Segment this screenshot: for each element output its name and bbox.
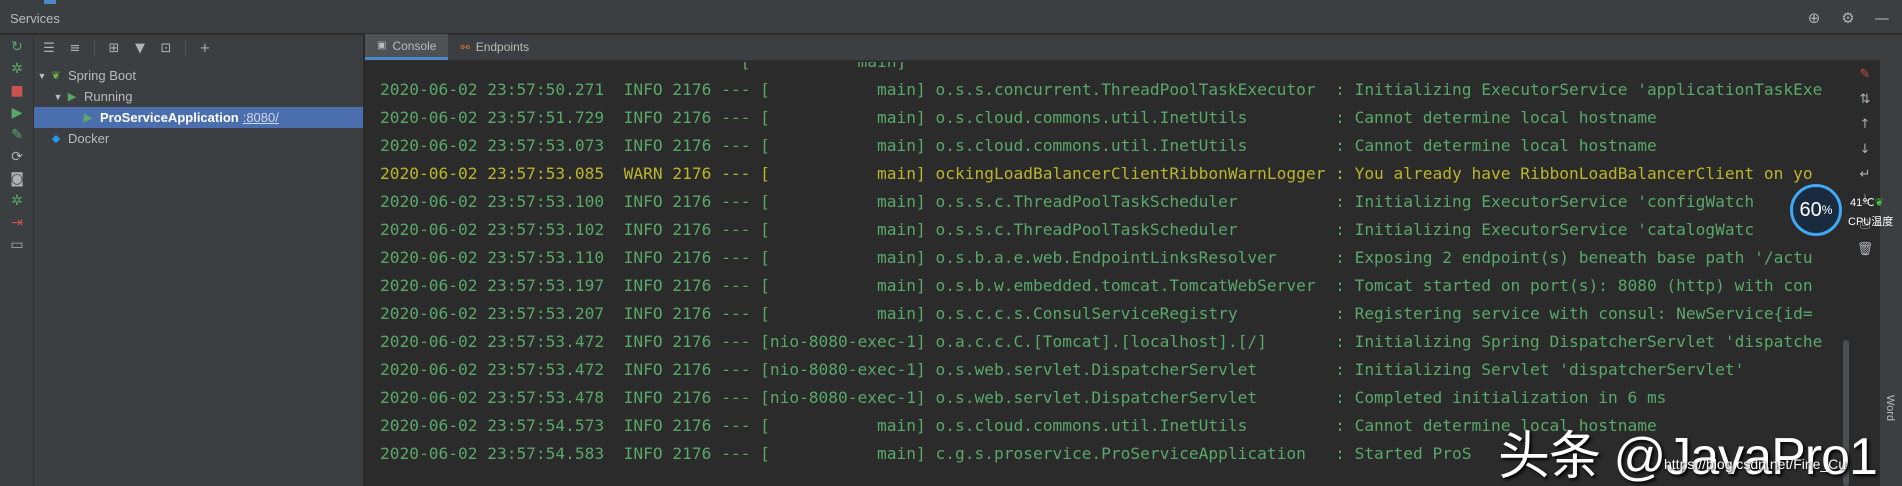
console-icon: ▣ <box>377 40 387 51</box>
rerun-icon[interactable]: ↻ <box>7 37 27 57</box>
arrow-up-icon[interactable]: ↑ <box>1855 114 1875 134</box>
tree-node-label: Running <box>84 89 133 104</box>
expand-arrow-icon[interactable]: ▼ <box>36 71 48 81</box>
attach-debugger-icon[interactable]: ✲ <box>7 191 27 211</box>
exit-icon[interactable]: ⇥ <box>7 213 27 233</box>
docker-whale-icon: ◆ <box>51 133 61 145</box>
toolbar-separator <box>185 40 186 56</box>
toolbar-separator <box>94 40 95 56</box>
log-line: 2020-06-02 23:57:53.110 INFO 2176 --- [ … <box>380 248 1813 267</box>
log-line: 2020-06-02 23:57:53.102 INFO 2176 --- [ … <box>380 220 1755 239</box>
cpu-temperature: 41℃❦ <box>1850 196 1884 209</box>
log-line: 2020-06-02 23:57:53.207 INFO 2176 --- [ … <box>380 304 1813 323</box>
log-line-partial: [ main] <box>380 62 907 76</box>
log-line: 2020-06-02 23:57:53.073 INFO 2176 --- [ … <box>380 136 1657 155</box>
cpu-percent: 60 <box>1799 198 1822 221</box>
side-tool-label[interactable]: Word <box>1884 395 1896 421</box>
tree-node-running[interactable]: ▼ ▶ Running <box>34 86 363 107</box>
expand-arrow-icon[interactable]: ▼ <box>52 92 64 102</box>
tree-node-spring-boot[interactable]: ▼ ❦ Spring Boot <box>34 65 363 86</box>
sort-icon[interactable]: ⇅ <box>1855 89 1875 109</box>
target-icon[interactable]: ⊕ <box>1804 8 1824 28</box>
port-link[interactable]: :8080/ <box>243 110 279 125</box>
layout-icon[interactable]: ▭ <box>7 235 27 255</box>
new-tab-icon[interactable]: ⊡ <box>155 37 177 59</box>
log-line: 2020-06-02 23:57:53.100 INFO 2176 --- [ … <box>380 192 1755 211</box>
debug-config-icon[interactable]: ✎ <box>7 125 27 145</box>
tab-label: Console <box>392 38 437 53</box>
log-line: 2020-06-02 23:57:54.573 INFO 2176 --- [ … <box>380 416 1657 435</box>
add-service-icon[interactable]: + <box>194 37 216 59</box>
run-triangle-icon: ▶ <box>67 91 77 103</box>
services-tree: ▼ ❦ Spring Boot ▼ ▶ Running ▶ ProService… <box>34 65 363 149</box>
log-line: 2020-06-02 23:57:54.583 INFO 2176 --- [ … <box>380 444 1472 463</box>
leaf-icon: ❦ <box>1874 197 1884 209</box>
expand-all-icon[interactable]: ☰ <box>38 37 60 59</box>
clear-pen-icon[interactable]: ✎ <box>1855 64 1875 84</box>
debug-icon[interactable]: ✲ <box>7 59 27 79</box>
tab-label: Endpoints <box>475 40 530 54</box>
services-titlebar: Services ⊕ ⚙ — <box>0 4 1902 34</box>
left-toolbar: ↻ ✲ ■ ▶ ✎ ⟳ ◙ ✲ ⇥ ▭ <box>0 35 34 486</box>
run-config-icon[interactable]: ▶ <box>7 103 27 123</box>
log-line: 2020-06-02 23:57:50.271 INFO 2176 --- [ … <box>380 80 1823 99</box>
collapse-all-icon[interactable]: ≡ <box>64 37 86 59</box>
window-title: Services <box>10 11 60 26</box>
log-line-warn: 2020-06-02 23:57:53.085 WARN 2176 --- [ … <box>380 164 1813 183</box>
tree-node-pro-service-application[interactable]: ▶ ProServiceApplication :8080/ <box>34 107 363 128</box>
cpu-temp-label: CPU温度 <box>1848 216 1894 228</box>
tab-bar: ▣ Console ⚯ Endpoints <box>365 34 1902 61</box>
tree-toolbar: ☰ ≡ ⊞ ▼ ⊡ + <box>34 37 363 59</box>
tree-node-label: ProServiceApplication <box>100 110 239 125</box>
watermark: 头条 @JavaPro1 <box>1498 428 1878 486</box>
camera-icon[interactable]: ◙ <box>7 169 27 189</box>
endpoints-icon: ⚯ <box>460 41 470 54</box>
run-triangle-icon: ▶ <box>83 112 93 124</box>
tree-node-label: Spring Boot <box>68 68 136 83</box>
log-line: 2020-06-02 23:57:53.478 INFO 2176 --- [n… <box>380 388 1667 407</box>
filter-icon[interactable]: ▼ <box>129 37 151 59</box>
refresh-icon[interactable]: ⟳ <box>7 147 27 167</box>
soft-wrap-icon[interactable]: ↵ <box>1855 164 1875 184</box>
group-by-icon[interactable]: ⊞ <box>103 37 125 59</box>
log-line: 2020-06-02 23:57:51.729 INFO 2176 --- [ … <box>380 108 1657 127</box>
tree-node-label: Docker <box>68 131 110 146</box>
watermark-url: https://blog.csdn.net/Fine_Cu <box>1664 456 1847 472</box>
cpu-percent-unit: % <box>1821 203 1833 217</box>
log-line: 2020-06-02 23:57:53.472 INFO 2176 --- [n… <box>380 332 1823 351</box>
tree-node-docker[interactable]: ◆ Docker <box>34 128 363 149</box>
minimize-icon[interactable]: — <box>1872 8 1892 28</box>
tab-console[interactable]: ▣ Console <box>365 34 449 60</box>
services-tree-panel: ☰ ≡ ⊞ ▼ ⊡ + ▼ ❦ Spring Boot ▼ ▶ Running … <box>34 35 364 486</box>
cpu-temp-value: 41℃ <box>1850 197 1875 209</box>
cpu-usage-gauge: 60% <box>1790 184 1842 236</box>
log-line: 2020-06-02 23:57:53.197 INFO 2176 --- [ … <box>380 276 1813 295</box>
spring-leaf-icon: ❦ <box>51 70 61 82</box>
arrow-down-icon[interactable]: ↓ <box>1855 139 1875 159</box>
gear-icon[interactable]: ⚙ <box>1838 8 1858 28</box>
log-line: 2020-06-02 23:57:53.472 INFO 2176 --- [n… <box>380 360 1745 379</box>
tab-endpoints[interactable]: ⚯ Endpoints <box>448 34 541 60</box>
trash-icon[interactable]: 🗑 <box>1855 239 1875 259</box>
stop-icon[interactable]: ■ <box>7 81 27 101</box>
